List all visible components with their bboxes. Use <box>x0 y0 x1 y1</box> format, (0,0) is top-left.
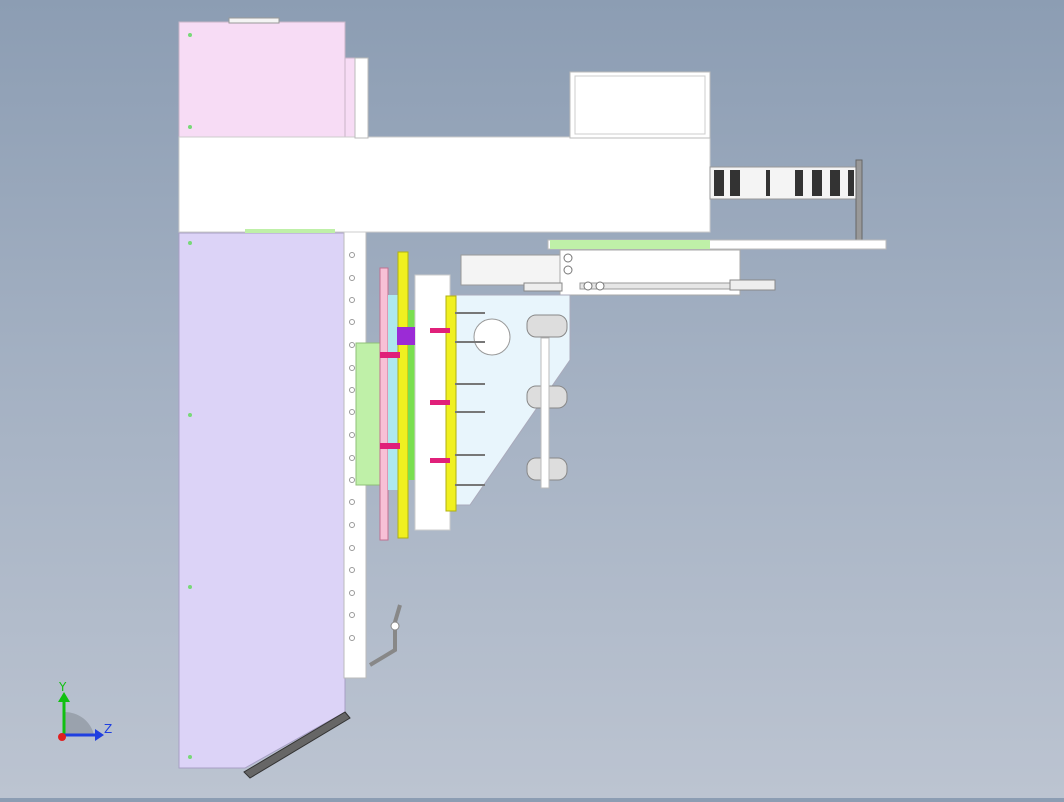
triad-y-label: Y <box>58 680 67 694</box>
axis-triad <box>58 692 104 741</box>
carriage-plate[interactable] <box>547 239 887 250</box>
pneumatic-cylinder[interactable] <box>460 249 776 296</box>
cable-chain[interactable] <box>709 159 863 241</box>
motor-box[interactable] <box>569 71 711 139</box>
triad-z-label: Z <box>104 722 112 736</box>
cad-model-canvas[interactable]: Y Z <box>0 0 1064 798</box>
left-housing[interactable] <box>178 17 368 779</box>
gripper-head[interactable] <box>355 251 571 541</box>
cad-viewport[interactable]: Y Z <box>0 0 1064 798</box>
